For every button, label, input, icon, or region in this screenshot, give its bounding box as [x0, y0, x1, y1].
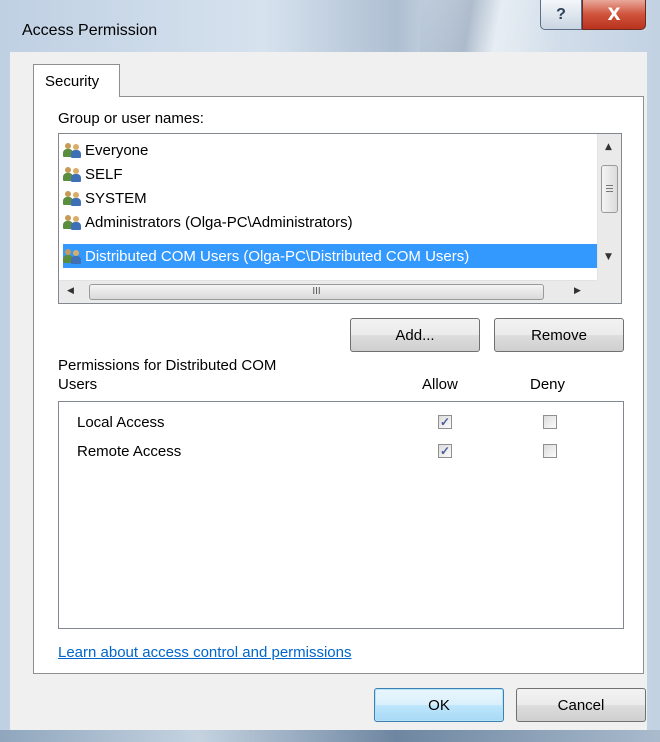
- remote-access-deny-checkbox[interactable]: [543, 444, 557, 458]
- users-icon: [63, 142, 83, 158]
- remote-access-allow-checkbox[interactable]: ✓: [438, 444, 452, 458]
- window-title: Access Permission: [22, 22, 158, 39]
- group-user-listbox[interactable]: Everyone SELF SYSTEM Administrators (Olg…: [58, 133, 622, 304]
- horizontal-scrollbar[interactable]: ◀ III ▶: [59, 280, 597, 303]
- help-button[interactable]: ?: [540, 0, 582, 30]
- permissions-label-user: Users: [58, 376, 98, 393]
- scroll-right-icon[interactable]: ▶: [574, 286, 581, 296]
- users-icon: [63, 248, 83, 264]
- list-item-everyone[interactable]: Everyone: [63, 138, 597, 162]
- scrollbar-corner: [597, 280, 621, 303]
- scroll-grip: III: [312, 286, 321, 297]
- close-button[interactable]: X: [582, 0, 646, 30]
- titlebar-glass: [420, 0, 560, 60]
- users-icon: [63, 166, 83, 182]
- group-list-label: Group or user names:: [58, 110, 204, 127]
- vertical-scrollbar[interactable]: ▲ ▼: [597, 134, 621, 280]
- learn-more-link[interactable]: Learn about access control and permissio…: [58, 644, 352, 661]
- list-item-self[interactable]: SELF: [63, 162, 597, 186]
- list-item-administrators[interactable]: Administrators (Olga-PC\Administrators): [63, 210, 597, 234]
- scroll-up-icon[interactable]: ▲: [605, 142, 612, 152]
- list-item-label: Everyone: [85, 141, 149, 159]
- list-item-label: Distributed COM Users (Olga-PC\Distribut…: [85, 247, 470, 265]
- check-icon: ✓: [439, 415, 451, 429]
- add-button[interactable]: Add...: [350, 318, 480, 352]
- allow-column-header: Allow: [422, 376, 458, 393]
- cancel-button[interactable]: Cancel: [516, 688, 646, 722]
- users-icon: [63, 190, 83, 206]
- local-access-deny-checkbox[interactable]: [543, 415, 557, 429]
- tab-security[interactable]: Security: [33, 64, 120, 97]
- list-item-distributed-com-users[interactable]: Distributed COM Users (Olga-PC\Distribut…: [63, 244, 597, 268]
- tab-security-label: Security: [45, 73, 100, 90]
- permissions-label: Permissions for Distributed COM: [58, 357, 277, 374]
- list-item-label: SYSTEM: [85, 189, 147, 207]
- horizontal-scroll-thumb[interactable]: III: [89, 284, 544, 300]
- scroll-left-icon[interactable]: ◀: [67, 286, 74, 296]
- permissions-list: Local Access ✓ Remote Access ✓: [58, 401, 624, 629]
- list-item-label: Administrators (Olga-PC\Administrators): [85, 213, 353, 231]
- window-bottom-edge: [0, 730, 660, 742]
- help-icon: ?: [556, 5, 566, 23]
- list-item-label: SELF: [85, 165, 123, 183]
- users-icon: [63, 214, 83, 230]
- vertical-scroll-thumb[interactable]: [601, 165, 618, 213]
- list-item-system[interactable]: SYSTEM: [63, 186, 597, 210]
- permission-name-local-access: Local Access: [77, 414, 165, 431]
- remove-button[interactable]: Remove: [494, 318, 624, 352]
- scroll-down-icon[interactable]: ▼: [605, 252, 612, 262]
- permission-name-remote-access: Remote Access: [77, 443, 182, 460]
- ok-button[interactable]: OK: [374, 688, 504, 722]
- local-access-allow-checkbox[interactable]: ✓: [438, 415, 452, 429]
- check-icon: ✓: [439, 444, 451, 458]
- close-icon: X: [607, 4, 621, 25]
- deny-column-header: Deny: [530, 376, 566, 393]
